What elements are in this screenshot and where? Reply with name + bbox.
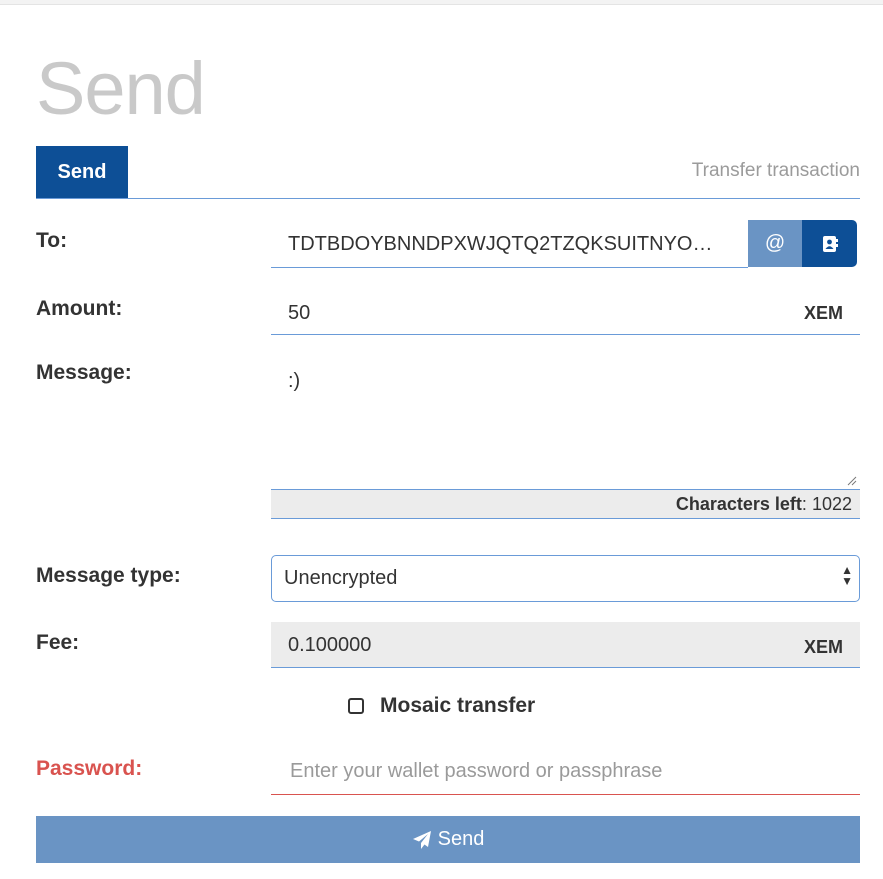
message-label: Message: bbox=[36, 361, 132, 384]
mosaic-transfer-label: Mosaic transfer bbox=[380, 694, 536, 717]
fee-label: Fee: bbox=[36, 631, 80, 654]
send-button-label: Send bbox=[437, 828, 485, 850]
top-bar bbox=[0, 0, 883, 5]
fee-value: 0.100000 bbox=[288, 634, 372, 656]
to-label: To: bbox=[36, 229, 68, 252]
message-type-value: Unencrypted bbox=[284, 567, 398, 589]
message-value: :) bbox=[288, 370, 301, 392]
alias-button[interactable]: @ bbox=[748, 220, 802, 267]
password-field bbox=[271, 750, 860, 795]
tab-send[interactable]: Send bbox=[36, 146, 128, 198]
message-type-select[interactable]: Unencrypted ▲ ▼ bbox=[271, 555, 860, 602]
characters-left-value: 1022 bbox=[811, 494, 852, 514]
amount-unit: XEM bbox=[803, 303, 843, 323]
resize-grip-icon[interactable] bbox=[847, 476, 857, 486]
message-textarea[interactable]: :) bbox=[271, 352, 860, 490]
characters-left-separator: : bbox=[801, 494, 807, 514]
password-input[interactable] bbox=[288, 750, 852, 792]
select-arrows-icon: ▲ ▼ bbox=[841, 563, 853, 588]
paper-plane-icon bbox=[412, 830, 431, 849]
mosaic-transfer-checkbox[interactable] bbox=[348, 698, 364, 714]
at-icon: @ bbox=[764, 232, 786, 254]
recipient-value: TDTBDOYBNNDPXWJQTQ2TZQKSUITNYO… bbox=[288, 233, 713, 255]
amount-value: 50 bbox=[288, 302, 311, 324]
characters-left-label: Characters left bbox=[675, 494, 802, 514]
fee-field: 0.100000 XEM bbox=[271, 622, 860, 668]
recipient-input[interactable]: TDTBDOYBNNDPXWJQTQ2TZQKSUITNYO… bbox=[271, 220, 748, 268]
send-button[interactable]: Send bbox=[36, 816, 860, 863]
page-title: Send bbox=[36, 47, 206, 130]
address-book-icon bbox=[822, 235, 838, 252]
fee-unit: XEM bbox=[803, 637, 843, 657]
characters-left: Characters left: 1022 bbox=[271, 490, 860, 519]
tab-bar: Send Transfer transaction bbox=[36, 146, 860, 199]
tab-caption: Transfer transaction bbox=[691, 160, 860, 181]
address-book-button[interactable] bbox=[802, 220, 857, 267]
amount-input[interactable]: 50 XEM bbox=[271, 290, 860, 335]
message-type-label: Message type: bbox=[36, 564, 181, 587]
mosaic-transfer-option[interactable]: Mosaic transfer bbox=[348, 694, 535, 718]
password-label: Password: bbox=[36, 757, 143, 780]
amount-label: Amount: bbox=[36, 297, 123, 320]
